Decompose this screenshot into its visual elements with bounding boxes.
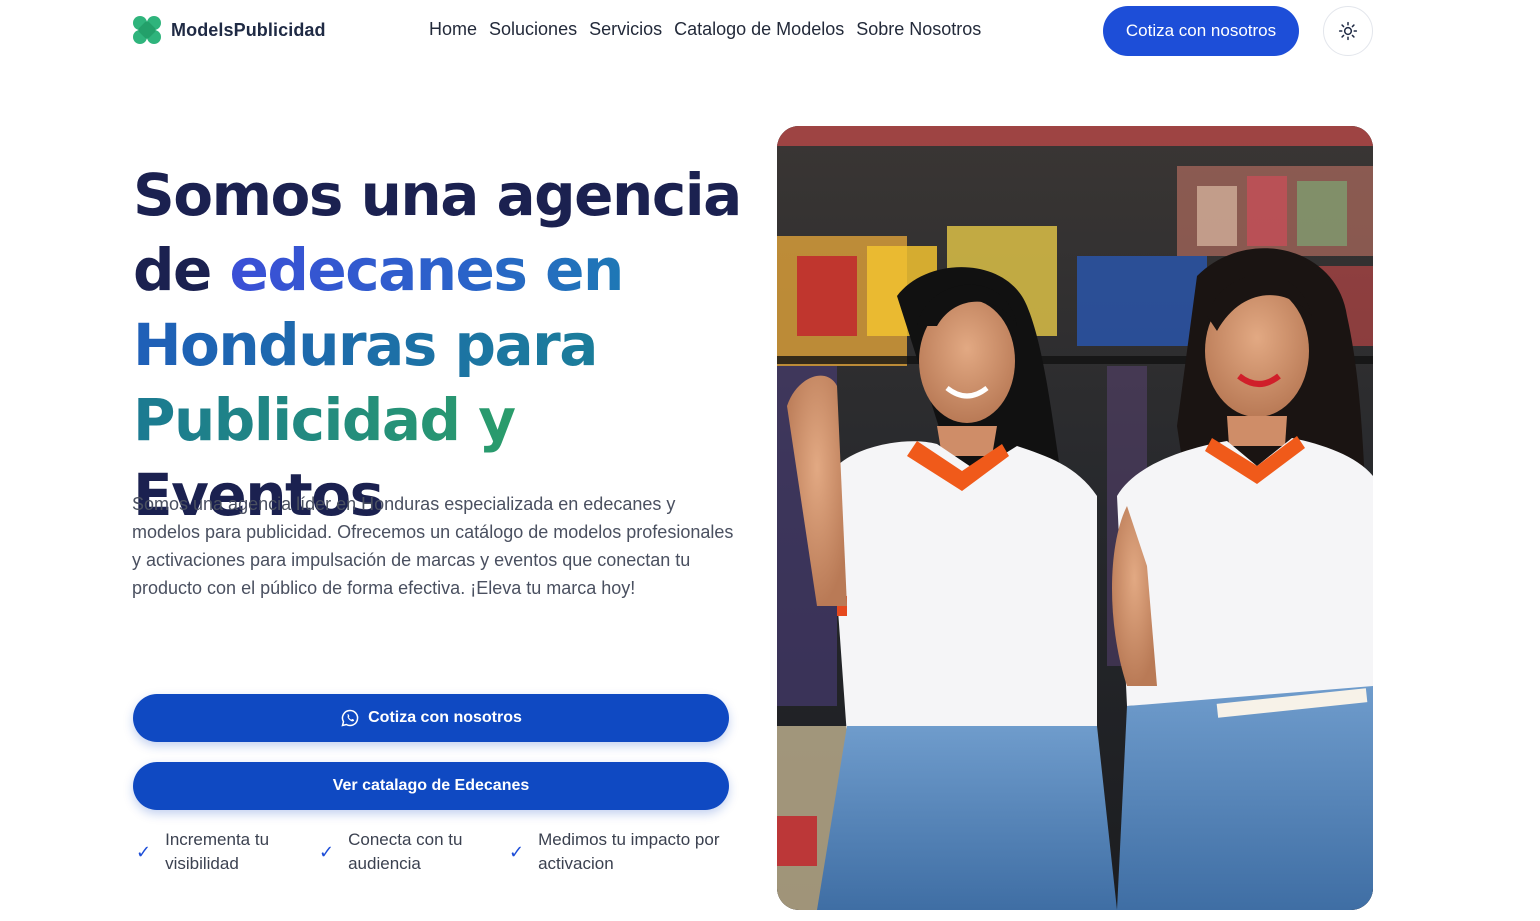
headline-line-1: Somos una agencia xyxy=(133,161,742,229)
top-navbar: ModelsPublicidad Home Soluciones Servici… xyxy=(0,0,1540,62)
check-icon: ✓ xyxy=(319,841,335,862)
sun-icon xyxy=(1338,21,1358,41)
check-icon: ✓ xyxy=(509,841,525,862)
check-icon: ✓ xyxy=(136,841,152,862)
hero-quote-whatsapp-button[interactable]: Cotiza con nosotros xyxy=(133,694,729,742)
headline-line-3: Honduras para xyxy=(133,311,598,379)
nav-item-servicios[interactable]: Servicios xyxy=(589,19,662,40)
hero-headline: Somos una agencia de edecanes en Hondura… xyxy=(133,158,763,533)
headline-line-2b: edecanes en xyxy=(229,236,625,304)
brand-name: ModelsPublicidad xyxy=(171,19,326,40)
whatsapp-icon xyxy=(341,709,359,727)
theme-toggle-button[interactable] xyxy=(1323,6,1373,56)
nav-item-soluciones[interactable]: Soluciones xyxy=(489,19,577,40)
headline-line-2a: de xyxy=(133,236,230,304)
hero-description: Somos una agencia líder en Honduras espe… xyxy=(132,494,734,598)
nav-quote-button[interactable]: Cotiza con nosotros xyxy=(1103,6,1299,56)
feature-item: ✓ Incrementa tu visibilidad xyxy=(136,828,296,876)
clover-logo-icon xyxy=(133,16,161,44)
brand-logo-link[interactable]: ModelsPublicidad xyxy=(133,16,326,44)
feature-item: ✓ Medimos tu impacto por activacion xyxy=(509,828,739,876)
feature-text: Conecta con tu audiencia xyxy=(348,830,463,873)
view-catalog-button[interactable]: Ver catalago de Edecanes xyxy=(133,762,729,810)
hero-quote-label: Cotiza con nosotros xyxy=(368,709,522,726)
view-catalog-label: Ver catalago de Edecanes xyxy=(332,777,530,794)
feature-text: Incrementa tu visibilidad xyxy=(165,830,270,873)
main-menu: Home Soluciones Servicios Catalogo de Mo… xyxy=(429,19,981,40)
nav-item-catalogo[interactable]: Catalogo de Modelos xyxy=(674,19,844,40)
feature-item: ✓ Conecta con tu audiencia xyxy=(319,828,489,876)
nav-item-sobre-nosotros[interactable]: Sobre Nosotros xyxy=(856,19,981,40)
headline-line-4a: Publicidad y xyxy=(133,386,516,454)
feature-text: Medimos tu impacto por activacion xyxy=(538,830,720,873)
feature-list: ✓ Incrementa tu visibilidad ✓ Conecta co… xyxy=(133,828,733,884)
nav-item-home[interactable]: Home xyxy=(429,19,477,40)
hero-photo xyxy=(777,126,1373,910)
